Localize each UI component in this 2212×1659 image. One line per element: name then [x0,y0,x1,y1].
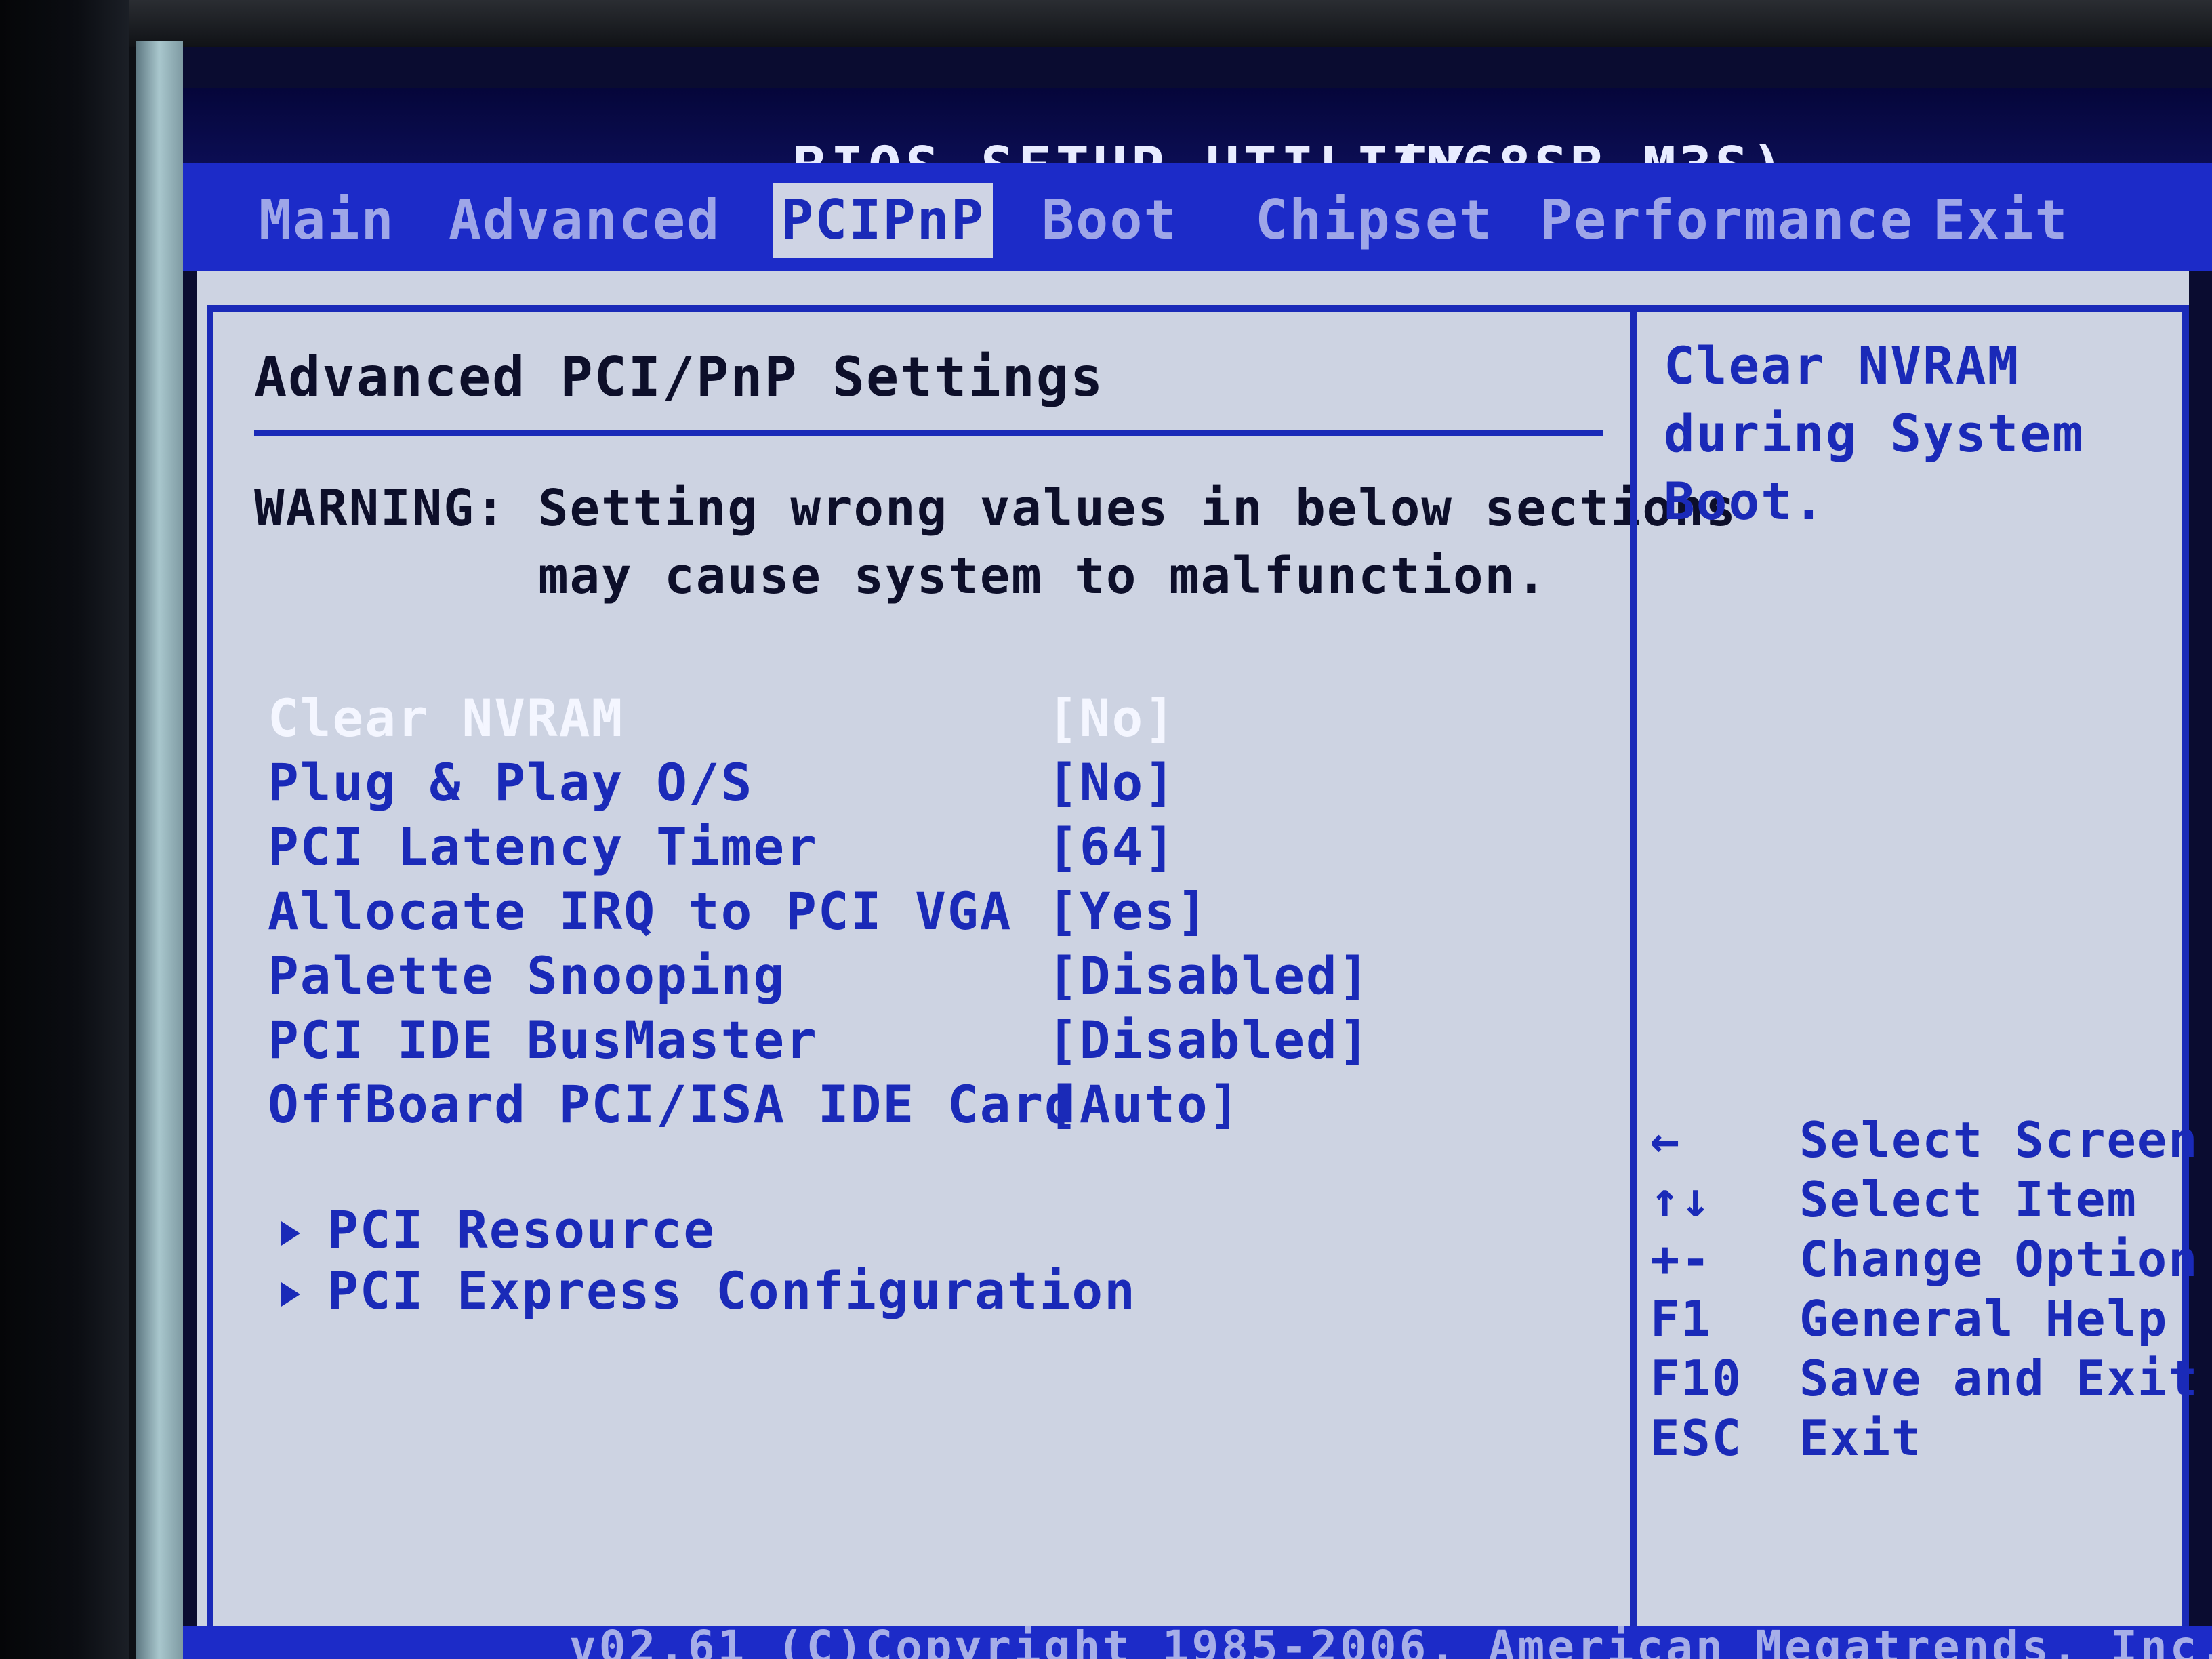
setting-pci-ide-busmaster[interactable]: PCI IDE BusMaster [Disabled] [268,1010,1555,1074]
key-left-arrow: ← [1650,1111,1681,1168]
key-description: Save and Exit [1799,1350,2199,1407]
key-description: Change Option [1799,1231,2199,1288]
tab-pcipnp[interactable]: PCIPnP [773,183,993,258]
warning-line-2: may cause system to malfunction. [254,547,1548,605]
setting-allocate-irq-vga[interactable]: Allocate IRQ to PCI VGA [Yes] [268,881,1555,945]
key-up-down-arrows: ↑↓ [1650,1171,1712,1228]
tab-chipset[interactable]: Chipset [1247,183,1501,258]
key-f10: F10 [1650,1350,1743,1407]
monitor-bezel-left [0,0,129,1659]
setting-value[interactable]: [No] [1047,688,1176,748]
key-f1: F1 [1650,1290,1712,1347]
setting-value[interactable]: [Disabled] [1047,945,1371,1006]
section-divider [254,430,1603,436]
setting-label: Plug & Play O/S [268,752,754,813]
setting-plug-and-play-os[interactable]: Plug & Play O/S [No] [268,752,1555,817]
key-esc: ESC [1650,1410,1743,1467]
tab-main[interactable]: Main [251,183,403,258]
key-description: Select Item [1799,1171,2137,1228]
setting-value[interactable]: [Auto] [1047,1074,1242,1134]
key-description: Select Screen [1799,1111,2199,1168]
setting-label: OffBoard PCI/ISA IDE Card [268,1074,1077,1134]
setting-pci-latency-timer[interactable]: PCI Latency Timer [64] [268,817,1555,881]
setting-label: PCI Latency Timer [268,817,818,877]
key-hint-save-exit: F10 Save and Exit [1650,1350,2198,1411]
key-plus-minus: +- [1650,1231,1712,1288]
section-title: Advanced PCI/PnP Settings [254,346,1105,409]
key-hint-change-option: +- Change Option [1650,1231,2198,1292]
submenu-label: PCI Express Configuration [327,1261,1136,1321]
setting-clear-nvram[interactable]: Clear NVRAM [No] [268,688,1555,752]
submenu-label: PCI Resource [327,1200,716,1260]
key-description: General Help [1799,1290,2169,1347]
bios-screen: BIOS SETUP UTILITY (N68SB-M3S) Main Adva… [183,47,2212,1659]
tab-advanced[interactable]: Advanced [441,183,729,258]
key-hint-select-screen: ← Select Screen [1650,1111,2198,1172]
copyright-text: v02.61 (C)Copyright 1985-2006, American … [569,1626,2212,1659]
setting-label: PCI IDE BusMaster [268,1010,818,1070]
setting-value[interactable]: [No] [1047,752,1176,813]
tab-boot[interactable]: Boot [1033,183,1186,258]
settings-pane: Advanced PCI/PnP Settings WARNING: Setti… [207,305,1736,1633]
tab-exit[interactable]: Exit [1925,183,2077,258]
submenu-arrow-icon [281,1282,300,1307]
tab-bar: Main Advanced PCIPnP Boot Chipset Perfor… [183,163,2212,271]
setting-label: Palette Snooping [268,945,786,1006]
setting-value[interactable]: [Disabled] [1047,1010,1371,1070]
setting-value[interactable]: [64] [1047,817,1176,877]
key-hint-general-help: F1 General Help [1650,1290,2169,1351]
title-bar: BIOS SETUP UTILITY (N68SB-M3S) [183,88,2212,200]
key-description: Exit [1799,1410,1923,1467]
tab-performance[interactable]: Performance [1532,183,1922,258]
submenu-arrow-icon [281,1221,300,1246]
monitor-bezel-top [0,0,2212,47]
key-hint-select-item: ↑↓ Select Item [1650,1171,2165,1232]
setting-label: Allocate IRQ to PCI VGA [268,881,1012,941]
main-panel: Advanced PCI/PnP Settings WARNING: Setti… [197,271,2198,1633]
footer-bar: v02.61 (C)Copyright 1985-2006, American … [183,1626,2212,1659]
key-hint-exit: ESC Exit [1650,1410,2165,1471]
submenu-pci-express-configuration[interactable]: PCI Express Configuration [281,1261,1136,1325]
help-pane: Clear NVRAM during System Boot. ← Select… [1630,305,2198,1633]
setting-offboard-ide-card[interactable]: OffBoard PCI/ISA IDE Card [Auto] [268,1074,1555,1139]
item-help-text: Clear NVRAM during System Boot. [1664,335,2085,531]
submenu-pci-resource[interactable]: PCI Resource [281,1200,716,1264]
warning-line-1: WARNING: Setting wrong values in below s… [254,479,1737,537]
setting-value[interactable]: [Yes] [1047,881,1209,941]
warning-text: WARNING: Setting wrong values in below s… [254,474,1737,610]
setting-label: Clear NVRAM [268,688,624,748]
setting-palette-snooping[interactable]: Palette Snooping [Disabled] [268,945,1555,1010]
monitor-bezel-edge [136,41,183,1659]
